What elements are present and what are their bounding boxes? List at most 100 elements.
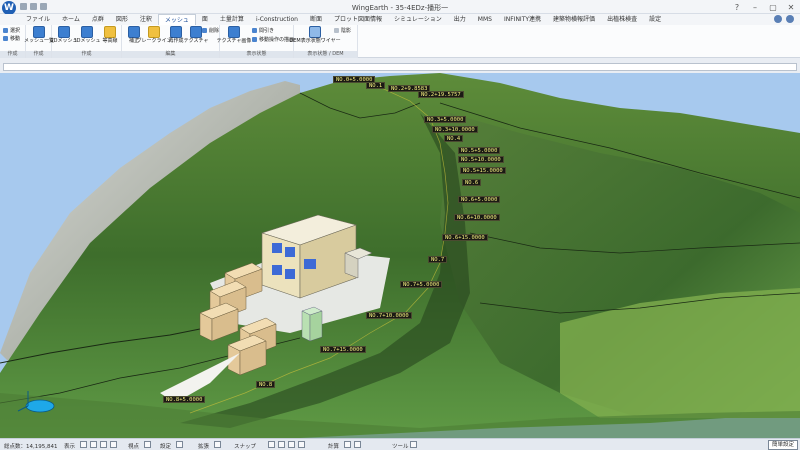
point-count: 総点数：14,195,841 <box>4 444 58 450</box>
tab-7[interactable]: 土量計算 <box>214 14 250 25</box>
extend-icon[interactable] <box>214 441 221 448</box>
snap-line-icon[interactable] <box>288 441 295 448</box>
tab-2[interactable]: 点群 <box>86 14 110 25</box>
calc-icon[interactable] <box>344 441 351 448</box>
tab-16[interactable]: 出植株検査 <box>601 14 643 25</box>
tab-4[interactable]: 注釈 <box>134 14 158 25</box>
ribbon-group-label: 作成 <box>26 51 51 58</box>
tab-8[interactable]: i-Construction <box>250 14 304 25</box>
3d-mesh-button[interactable]: 3Dメッシュ <box>73 26 101 50</box>
ribbon-group-select: 選択 移動 作成 <box>0 25 26 58</box>
thin-out-toggle[interactable]: 間引き <box>252 27 274 34</box>
easy-settings-button[interactable]: 簡単設定 <box>767 440 798 450</box>
thin-out-icon <box>252 28 257 33</box>
tab-5[interactable]: メッシュ <box>157 14 196 25</box>
command-input[interactable] <box>3 63 797 71</box>
title-bar: W WingEarth - 35-4EDz-播形一 ? – ▢ ✕ <box>0 0 800 15</box>
station-label: NO.5+10.0000 <box>458 156 504 163</box>
status-snap[interactable]: スナップ <box>234 442 256 450</box>
status-extend[interactable]: 拡張 <box>198 442 209 450</box>
snap-face-icon[interactable] <box>298 441 305 448</box>
tab-0[interactable]: ファイル <box>20 14 56 25</box>
ribbon-group-label: 編集 <box>122 51 219 58</box>
tab-12[interactable]: 出力 <box>448 14 472 25</box>
station-label: NO.8+5.0000 <box>163 396 206 403</box>
mesh-list-button[interactable]: メッシュ一覧 <box>24 26 54 50</box>
mesh-list-icon <box>33 26 45 38</box>
3d-viewport[interactable]: NO.0+5.0000 NO.1 NO.2+9.8583 NO.2+19.5757 NO… <box>0 73 800 438</box>
ribbon-tabs: ファイル ホーム 点群 図形 注釈 メッシュ面土量計算 i-Construction 断面 プロ… <box>0 14 800 25</box>
2d-mesh-button[interactable]: 2Dメッシュ <box>50 26 78 50</box>
select-icon <box>3 28 8 33</box>
tab-14[interactable]: INFINITY連携 <box>498 14 547 25</box>
station-label: NO.4 <box>444 135 464 142</box>
help-icon[interactable] <box>786 15 794 23</box>
move-draw-toggle[interactable]: 移動操作の描画 <box>252 36 294 43</box>
texture-image-button[interactable]: テクスチャ画像 <box>217 26 251 50</box>
station-label: NO.7+10.0000 <box>366 312 412 319</box>
2d-mesh-icon <box>58 26 70 38</box>
ribbon-group-display: テクスチャ画像 間引き 移動操作の描画 表示状態 <box>217 25 294 58</box>
measure-icon[interactable] <box>354 441 361 448</box>
station-label: NO.7+5.0000 <box>400 281 443 288</box>
ribbon-group-label: 作成 <box>52 51 121 58</box>
navigation-gizmo[interactable] <box>25 399 55 413</box>
tab-9[interactable]: 断面 <box>304 14 328 25</box>
shading-toggle[interactable]: 陰影 <box>334 27 351 34</box>
help-button[interactable]: ? <box>728 0 746 14</box>
dem-display-button[interactable]: DEM表示状態ワイヤー <box>289 26 341 50</box>
tab-3[interactable]: 図形 <box>110 14 134 25</box>
maximize-button[interactable]: ▢ <box>764 0 782 14</box>
status-tools[interactable]: ツール <box>392 442 409 450</box>
dem-wire-icon <box>309 26 321 38</box>
grid-icon[interactable] <box>80 441 87 448</box>
status-settings[interactable]: 設定 <box>160 442 171 450</box>
move-button[interactable]: 移動 <box>3 35 20 42</box>
delete-button[interactable]: 削除 <box>202 27 219 34</box>
contour-button[interactable]: 等高線 <box>98 26 122 50</box>
command-strip <box>0 58 800 73</box>
ribbon-panel: 選択 移動 作成 メッシュ一覧 作成 2Dメッシュ 3Dメッシュ 等高線 作成 … <box>0 25 800 58</box>
station-label: NO.5+15.0000 <box>460 167 506 174</box>
move-icon <box>3 36 8 41</box>
breakline-icon <box>148 26 160 38</box>
snap-icon[interactable] <box>268 441 275 448</box>
tab-6[interactable]: 面 <box>196 14 214 25</box>
tab-1[interactable]: ホーム <box>56 14 86 25</box>
select-button[interactable]: 選択 <box>3 27 20 34</box>
ribbon-group-dem: DEM表示状態ワイヤー 陰影 表示状態 / DEM <box>289 25 358 58</box>
station-label: NO.7 <box>428 256 448 263</box>
status-display[interactable]: 表示 <box>64 442 75 450</box>
camera-icon[interactable] <box>110 441 117 448</box>
tools-icon[interactable] <box>410 441 417 448</box>
tab-13[interactable]: MMS <box>472 14 498 25</box>
tab-10[interactable]: プロット図面情報 <box>328 14 388 25</box>
move-draw-icon <box>252 37 257 42</box>
station-label: NO.5+5.0000 <box>458 147 501 154</box>
tab-17[interactable]: 設定 <box>643 14 667 25</box>
view-icon[interactable] <box>144 441 151 448</box>
breakline-button[interactable]: ブレークライン <box>137 26 172 50</box>
station-label: NO.3+10.0000 <box>432 126 478 133</box>
ribbon-group-mesh-list: メッシュ一覧 作成 <box>24 25 54 58</box>
axis-icon[interactable] <box>100 441 107 448</box>
recreate-icon <box>170 26 182 38</box>
station-label: NO.2+19.5757 <box>418 91 464 98</box>
info-icon[interactable] <box>774 15 782 23</box>
menu-right-icons <box>774 15 794 23</box>
window-title: WingEarth - 35-4EDz-播形一 <box>351 4 449 12</box>
station-label: NO.7+15.0000 <box>320 346 366 353</box>
close-button[interactable]: ✕ <box>782 0 800 14</box>
snap-point-icon[interactable] <box>278 441 285 448</box>
settings-icon[interactable] <box>176 441 183 448</box>
cube-icon[interactable] <box>90 441 97 448</box>
tab-11[interactable]: シミュレーション <box>388 14 448 25</box>
ribbon-group-label: 表示状態 <box>220 51 293 58</box>
station-label: NO.3+5.0000 <box>424 116 467 123</box>
correct-icon <box>128 26 140 38</box>
status-view[interactable]: 視点 <box>128 442 139 450</box>
minimize-button[interactable]: – <box>746 0 764 14</box>
tab-15[interactable]: 建築物横報評価 <box>547 14 601 25</box>
status-calc[interactable]: 計算 <box>328 442 339 450</box>
contour-icon <box>104 26 116 38</box>
